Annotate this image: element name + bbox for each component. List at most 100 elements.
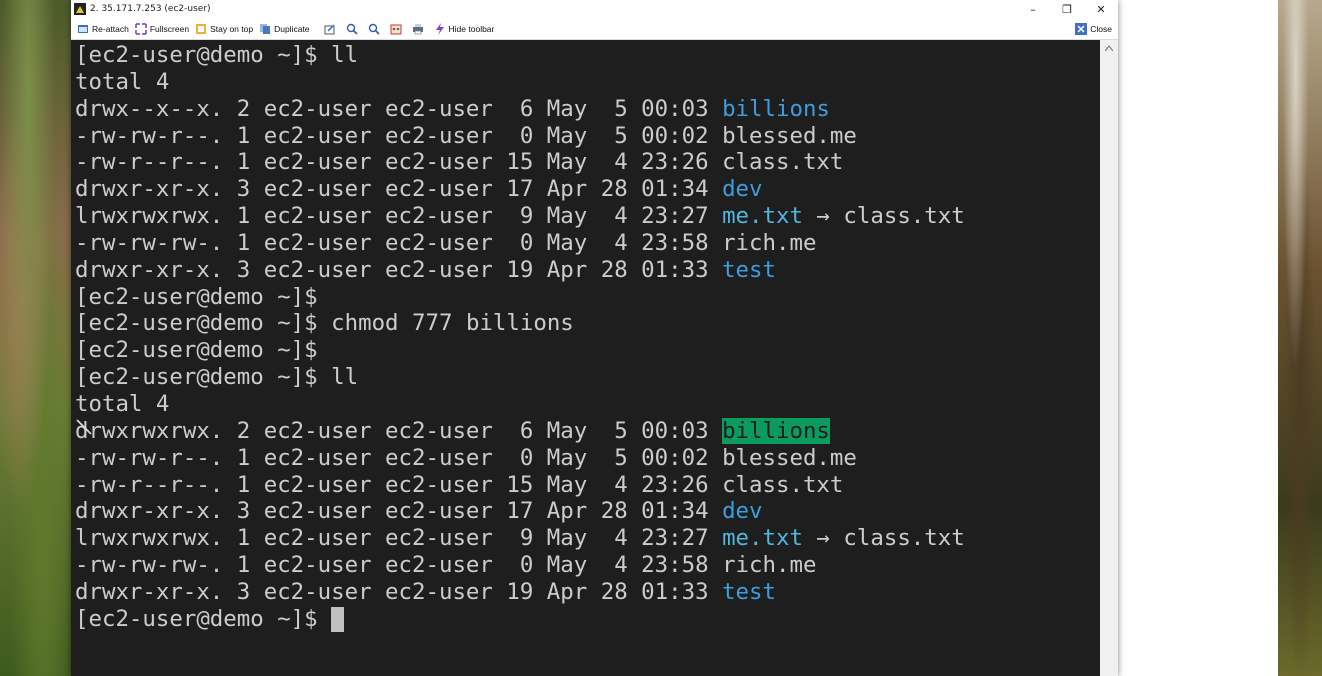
file-metadata: lrwxrwxrwx. 1 ec2-user ec2-user 9 May 4 … <box>75 525 723 552</box>
terminal-output[interactable]: [ec2-user@demo ~]$ ll total 4 drwx--x--x. … <box>71 40 1100 676</box>
prompt: [ec2-user@demo ~]$ <box>75 283 318 310</box>
file-name: rich.me <box>722 552 817 579</box>
terminal-line: -rw-r--r--. 1 ec2-user ec2-user 15 May 4… <box>75 149 965 176</box>
command-text: ll <box>317 364 359 391</box>
mouse-pointer-icon <box>76 419 92 435</box>
mobaxterm-icon <box>74 3 86 15</box>
background-panel <box>1118 0 1278 676</box>
file-metadata: drwxrwxrwx. 2 ec2-user ec2-user 6 May 5 … <box>75 417 723 444</box>
command-text <box>318 606 331 632</box>
fullscreen-button[interactable]: Fullscreen <box>135 22 190 35</box>
terminal-line: lrwxrwxrwx. 1 ec2-user ec2-user 9 May 4 … <box>75 203 965 230</box>
text-cursor <box>331 606 345 632</box>
terminal-line: drwxr-xr-x. 3 ec2-user ec2-user 17 Apr 2… <box>75 498 965 525</box>
prompt: [ec2-user@demo ~]$ <box>75 337 318 364</box>
output-text: total 4 <box>75 390 170 417</box>
hide-toolbar-button[interactable]: Hide toolbar <box>434 22 495 35</box>
minimize-button[interactable]: – <box>1016 0 1050 18</box>
terminal-line: [ec2-user@demo ~]$ ll <box>75 42 965 69</box>
terminal-line: drwxr-xr-x. 3 ec2-user ec2-user 17 Apr 2… <box>75 176 965 203</box>
terminal-line: [ec2-user@demo ~]$ <box>75 606 965 633</box>
zoom-in-button[interactable] <box>346 23 358 35</box>
edit-button[interactable] <box>324 23 336 35</box>
file-metadata: -rw-r--r--. 1 ec2-user ec2-user 15 May 4… <box>75 149 723 176</box>
terminal-line: [ec2-user@demo ~]$ <box>75 284 965 311</box>
terminal-line: -rw-rw-r--. 1 ec2-user ec2-user 0 May 5 … <box>75 445 965 472</box>
reattach-icon <box>78 24 88 33</box>
toolbar: Re-attach Fullscreen Stay on top Duplica… <box>71 18 1118 40</box>
file-metadata: -rw-rw-r--. 1 ec2-user ec2-user 0 May 5 … <box>75 122 723 149</box>
terminal-line: drwx--x--x. 2 ec2-user ec2-user 6 May 5 … <box>75 96 965 123</box>
duplicate-label: Duplicate <box>274 23 310 34</box>
command-text: ll <box>317 42 359 68</box>
stay-on-top-label: Stay on top <box>210 23 254 34</box>
file-metadata: -rw-rw-rw-. 1 ec2-user ec2-user 0 May 4 … <box>75 552 723 579</box>
terminal-window: 2. 35.171.7.253 (ec2-user) – ❐ ✕ Re-atta… <box>71 0 1118 676</box>
file-metadata: drwxr-xr-x. 3 ec2-user ec2-user 17 Apr 2… <box>75 498 723 525</box>
prompt: [ec2-user@demo ~]$ <box>75 605 318 632</box>
file-name: dev <box>722 176 763 203</box>
terminal-line: drwxr-xr-x. 3 ec2-user ec2-user 19 Apr 2… <box>75 257 965 284</box>
file-name: me.txt <box>722 525 803 552</box>
lightning-icon <box>435 22 444 35</box>
terminal-line: -rw-rw-rw-. 1 ec2-user ec2-user 0 May 4 … <box>75 552 965 579</box>
vertical-scrollbar[interactable] <box>1100 40 1118 676</box>
scroll-up-icon[interactable] <box>1100 40 1118 56</box>
fullscreen-label: Fullscreen <box>149 23 190 34</box>
reattach-button[interactable]: Re-attach <box>77 23 129 35</box>
terminal-line: total 4 <box>75 69 965 96</box>
file-name: blessed.me <box>722 444 857 471</box>
file-name: class.txt <box>722 471 844 498</box>
terminal-lines: [ec2-user@demo ~]$ ll total 4 drwx--x--x. … <box>75 42 965 633</box>
file-name: billions <box>722 95 830 122</box>
file-metadata: drwxr-xr-x. 3 ec2-user ec2-user 17 Apr 2… <box>75 176 723 203</box>
terminal-line: drwxr-xr-x. 3 ec2-user ec2-user 19 Apr 2… <box>75 579 965 606</box>
print-button[interactable] <box>412 23 424 35</box>
prompt: [ec2-user@demo ~]$ <box>75 42 318 68</box>
color-button[interactable] <box>390 23 402 35</box>
terminal-line: [ec2-user@demo ~]$ chmod 777 billions <box>75 310 965 337</box>
zoom-out-icon <box>368 23 380 35</box>
file-name: test <box>722 256 776 283</box>
maximize-button[interactable]: ❐ <box>1050 0 1084 18</box>
window-title: 2. 35.171.7.253 (ec2-user) <box>90 4 211 14</box>
hide-toolbar-label: Hide toolbar <box>448 23 495 34</box>
edit-icon <box>324 23 335 34</box>
file-name: rich.me <box>722 229 817 256</box>
close-button[interactable]: Close <box>1075 22 1112 35</box>
terminal-line: drwxrwxrwx. 2 ec2-user ec2-user 6 May 5 … <box>75 417 965 445</box>
prompt: [ec2-user@demo ~]$ <box>75 364 318 391</box>
link-target: → class.txt <box>802 203 965 230</box>
reattach-label: Re-attach <box>92 23 129 34</box>
close-label: Close <box>1090 23 1112 34</box>
print-icon <box>412 23 423 34</box>
pin-icon <box>196 23 207 34</box>
window-close-button[interactable]: ✕ <box>1084 0 1118 18</box>
file-metadata: drwxr-xr-x. 3 ec2-user ec2-user 19 Apr 2… <box>75 578 723 605</box>
terminal-line: lrwxrwxrwx. 1 ec2-user ec2-user 9 May 4 … <box>75 525 965 552</box>
zoom-out-button[interactable] <box>368 23 380 35</box>
terminal-line: [ec2-user@demo ~]$ <box>75 337 965 364</box>
stay-on-top-button[interactable]: Stay on top <box>195 23 253 35</box>
chevron-right-icon[interactable] <box>1250 375 1276 409</box>
close-icon <box>1075 22 1088 35</box>
terminal-line: -rw-rw-r--. 1 ec2-user ec2-user 0 May 5 … <box>75 123 965 150</box>
zoom-in-icon <box>346 23 358 35</box>
duplicate-icon <box>260 23 271 34</box>
terminal-line: -rw-r--r--. 1 ec2-user ec2-user 15 May 4… <box>75 472 965 499</box>
file-metadata: -rw-rw-r--. 1 ec2-user ec2-user 0 May 5 … <box>75 444 723 471</box>
terminal-line: -rw-rw-rw-. 1 ec2-user ec2-user 0 May 4 … <box>75 230 965 257</box>
file-metadata: lrwxrwxrwx. 1 ec2-user ec2-user 9 May 4 … <box>75 203 723 230</box>
file-name: me.txt <box>722 203 803 230</box>
file-metadata: drwx--x--x. 2 ec2-user ec2-user 6 May 5 … <box>75 95 723 122</box>
background-photo-right <box>1278 0 1322 676</box>
file-name: test <box>722 578 776 605</box>
command-text: chmod 777 billions <box>317 310 574 337</box>
file-metadata: drwxr-xr-x. 3 ec2-user ec2-user 19 Apr 2… <box>75 256 723 283</box>
background-photo-left <box>0 0 71 676</box>
duplicate-button[interactable]: Duplicate <box>259 23 310 35</box>
fullscreen-icon <box>135 22 147 35</box>
file-metadata: -rw-rw-rw-. 1 ec2-user ec2-user 0 May 4 … <box>75 229 723 256</box>
file-name: blessed.me <box>722 122 857 149</box>
file-name: billions <box>722 417 830 444</box>
